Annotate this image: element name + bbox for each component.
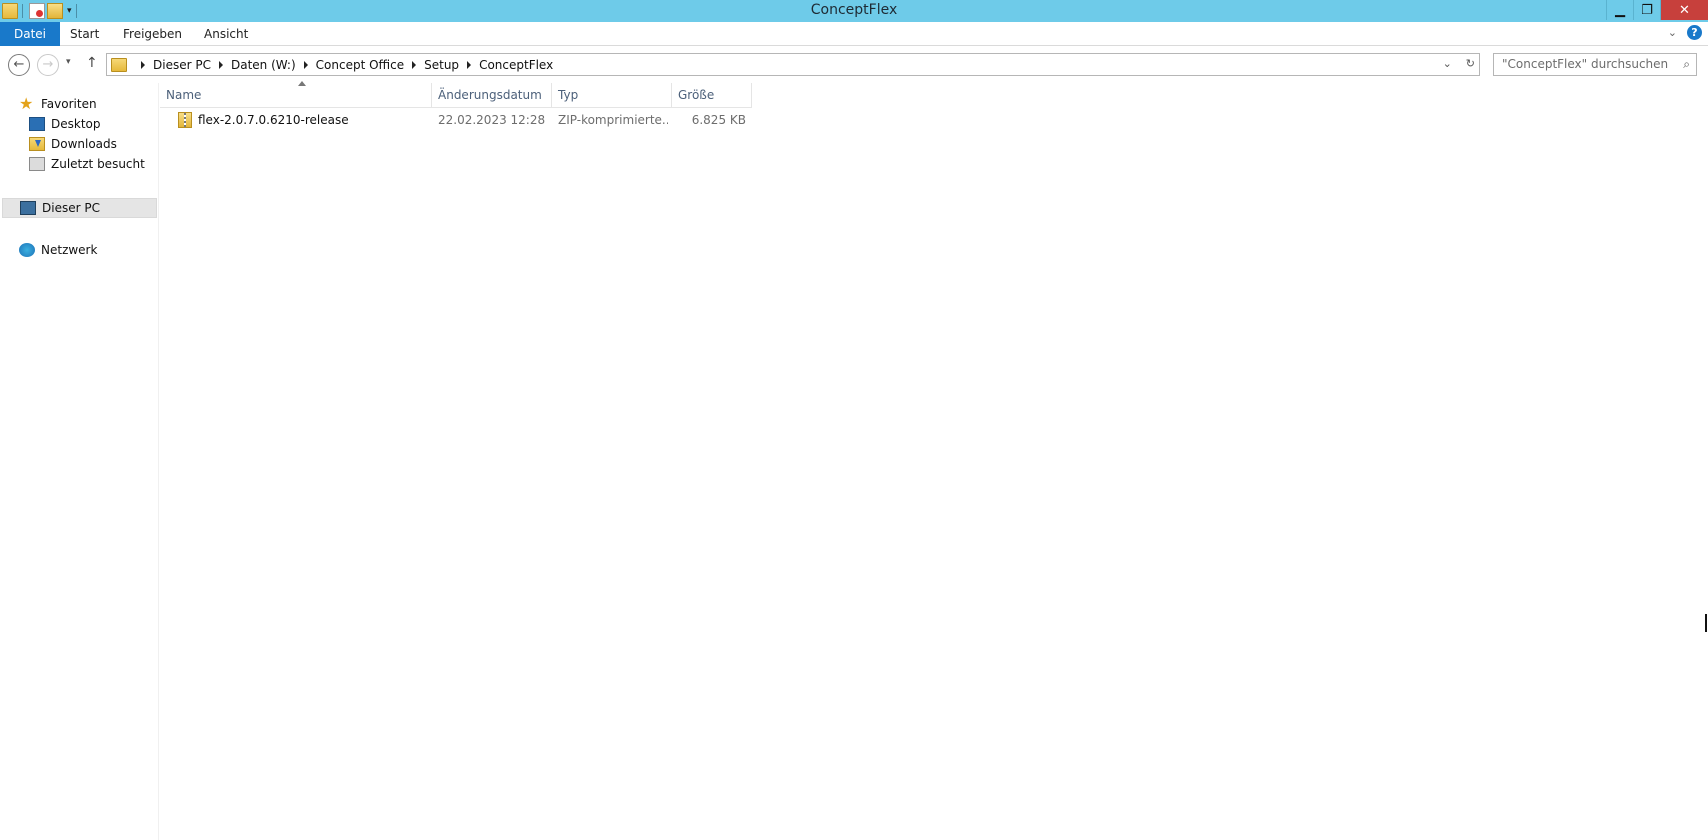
sidebar-item-zuletzt-besucht[interactable]: Zuletzt besucht <box>29 154 145 174</box>
sidebar-item-dieser-pc[interactable]: Dieser PC <box>2 198 157 218</box>
sidebar-item-downloads[interactable]: Downloads <box>29 134 117 154</box>
sidebar-item-netzwerk[interactable]: Netzwerk <box>19 240 97 260</box>
title-bar: ▾ ConceptFlex ▁ ❐ ✕ <box>0 0 1708 22</box>
restore-button[interactable]: ❐ <box>1633 0 1660 20</box>
file-name-cell[interactable]: flex-2.0.7.0.6210-release <box>178 109 428 131</box>
tab-ansicht[interactable]: Ansicht <box>190 22 262 46</box>
navigation-pane: ★ Favoriten Desktop Downloads Zuletzt be… <box>0 83 159 840</box>
column-header-row: Name Änderungsdatum Typ Größe <box>160 81 752 108</box>
refresh-icon[interactable]: ↻ <box>1466 57 1475 70</box>
file-name: flex-2.0.7.0.6210-release <box>198 113 349 127</box>
sidebar-item-label: Favoriten <box>41 97 97 111</box>
column-header-type[interactable]: Typ <box>552 83 672 108</box>
help-icon[interactable]: ? <box>1687 25 1702 40</box>
window-controls: ▁ ❐ ✕ <box>1606 0 1708 20</box>
column-header-date[interactable]: Änderungsdatum <box>432 83 552 108</box>
computer-icon <box>20 201 36 215</box>
column-header-size[interactable]: Größe <box>672 83 752 108</box>
up-button[interactable]: ↑ <box>86 55 98 71</box>
breadcrumb-arrow-icon[interactable] <box>218 60 223 69</box>
file-size: 6.825 KB <box>691 113 746 127</box>
desktop-icon <box>29 117 45 131</box>
sidebar-item-label: Dieser PC <box>42 201 100 215</box>
address-bar[interactable]: Dieser PC Daten (W:) Concept Office Setu… <box>106 53 1480 76</box>
recent-places-icon <box>29 157 45 171</box>
breadcrumb-daten[interactable]: Daten (W:) <box>231 58 296 72</box>
breadcrumb-arrow-icon[interactable] <box>412 60 417 69</box>
tab-start[interactable]: Start <box>56 22 113 46</box>
sidebar-item-label: Netzwerk <box>41 243 98 257</box>
ribbon-tabs: Datei Start Freigeben Ansicht ⌄ ? <box>0 22 1708 46</box>
downloads-icon <box>29 137 45 151</box>
sidebar-item-favoriten[interactable]: ★ Favoriten <box>19 94 97 114</box>
search-icon[interactable]: ⌕ <box>1683 57 1690 72</box>
breadcrumb-concept-office[interactable]: Concept Office <box>316 58 404 72</box>
star-icon: ★ <box>19 94 34 113</box>
search-input[interactable]: "ConceptFlex" durchsuchen ⌕ <box>1493 53 1697 76</box>
recent-locations-dropdown[interactable]: ▾ <box>66 57 71 67</box>
sort-ascending-icon <box>298 81 306 86</box>
minimize-button[interactable]: ▁ <box>1606 0 1633 20</box>
sidebar-item-label: Downloads <box>51 137 117 151</box>
navigation-bar: ← → ▾ ↑ Dieser PC Daten (W:) Concept Off… <box>0 50 1708 80</box>
tab-freigeben[interactable]: Freigeben <box>109 22 196 46</box>
zip-folder-icon <box>178 112 192 128</box>
file-row[interactable]: flex-2.0.7.0.6210-release 22.02.2023 12:… <box>160 109 752 131</box>
address-dropdown-icon[interactable]: ⌄ <box>1443 57 1452 70</box>
file-type: ZIP-komprimierte... <box>558 113 668 127</box>
breadcrumb-dieser-pc[interactable]: Dieser PC <box>153 58 211 72</box>
expand-ribbon-icon[interactable]: ⌄ <box>1668 26 1677 39</box>
text-cursor <box>1705 614 1707 632</box>
breadcrumb-conceptflex[interactable]: ConceptFlex <box>479 58 553 72</box>
breadcrumb-arrow-icon[interactable] <box>141 60 145 69</box>
forward-button[interactable]: → <box>37 54 59 76</box>
ribbon-right-controls: ⌄ ? <box>1668 25 1702 40</box>
folder-icon <box>111 57 127 72</box>
sidebar-item-label: Zuletzt besucht <box>51 157 145 171</box>
breadcrumb-setup[interactable]: Setup <box>424 58 459 72</box>
breadcrumb-arrow-icon[interactable] <box>303 60 308 69</box>
column-header-name[interactable]: Name <box>160 83 432 108</box>
search-placeholder: "ConceptFlex" durchsuchen <box>1502 57 1669 71</box>
file-date: 22.02.2023 12:28 <box>438 113 546 127</box>
breadcrumb-arrow-icon[interactable] <box>467 60 472 69</box>
back-button[interactable]: ← <box>8 54 30 76</box>
address-bar-controls: ⌄ ↻ <box>1443 57 1475 70</box>
close-button[interactable]: ✕ <box>1660 0 1708 20</box>
sidebar-item-desktop[interactable]: Desktop <box>29 114 101 134</box>
network-icon <box>19 243 35 257</box>
sidebar-item-label: Desktop <box>51 117 101 131</box>
tab-datei[interactable]: Datei <box>0 22 61 46</box>
window-title: ConceptFlex <box>810 2 898 18</box>
